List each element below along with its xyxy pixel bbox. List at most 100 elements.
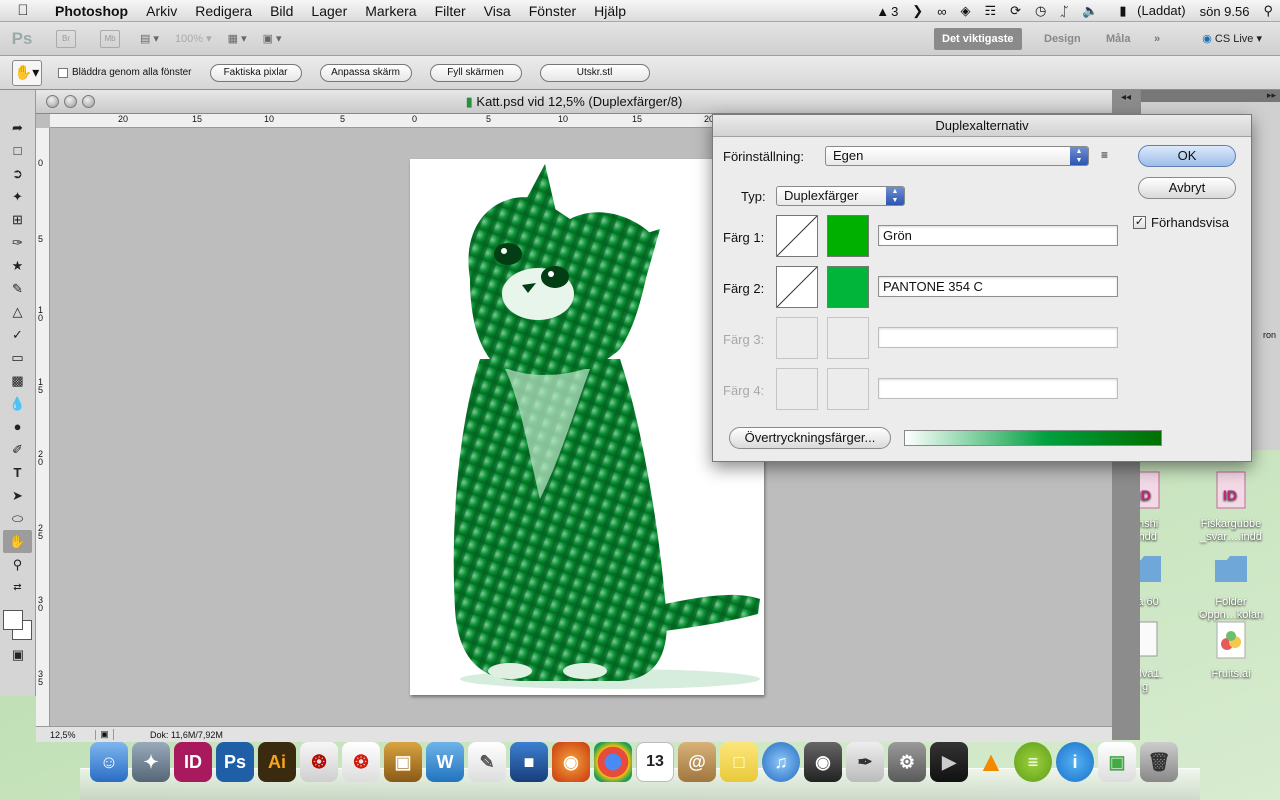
healing-brush-tool-icon[interactable]: ★ — [0, 254, 35, 277]
desktop-icon-folder-2[interactable]: Folder Oppn…kolan — [1186, 548, 1276, 622]
scroll-all-windows-checkbox[interactable]: Bläddra genom alla fönster — [58, 67, 192, 78]
clock[interactable]: sön 9.56 — [1193, 4, 1257, 19]
overprint-colors-button[interactable]: Övertryckningsfärger... — [729, 427, 891, 449]
color-2-name-field[interactable]: PANTONE 354 C — [878, 276, 1118, 297]
fit-screen-button[interactable]: Anpassa skärm — [319, 63, 412, 82]
foreground-color-swatch[interactable] — [3, 610, 23, 630]
itunes-icon[interactable]: ♫ — [762, 742, 800, 782]
vlc-icon[interactable]: ▲ — [972, 742, 1010, 782]
address-book-icon[interactable]: @ — [678, 742, 716, 782]
move-tool-icon[interactable]: ➦ — [0, 116, 35, 139]
link-icon[interactable]: ∞ — [930, 4, 953, 19]
preset-dropdown[interactable]: Egen ▲ ▼ — [825, 146, 1089, 166]
workspace-overflow-icon[interactable]: » — [1146, 28, 1168, 50]
apple-menu-icon[interactable]:  — [0, 2, 46, 19]
preview-checkbox-box[interactable]: ✓ — [1133, 216, 1146, 229]
photoshop-icon[interactable]: Ps — [216, 742, 254, 782]
zoom-window-button[interactable] — [82, 95, 95, 108]
panel-header-icon[interactable]: ▸▸ — [1141, 90, 1280, 102]
trash-icon[interactable]: 🗑 — [1140, 742, 1178, 782]
calendar-icon[interactable]: 13 — [636, 742, 674, 782]
eraser-tool-icon[interactable]: ▭ — [0, 346, 35, 369]
workspace-design[interactable]: Design — [1036, 28, 1089, 50]
iphoto-icon[interactable]: ▣ — [384, 742, 422, 782]
status-menu-icon[interactable]: ▣ — [96, 729, 114, 740]
color-1-name-field[interactable]: Grön — [878, 225, 1118, 246]
quick-mask-icon[interactable]: ▣ — [0, 643, 36, 666]
desktop-icon-indd-2[interactable]: ID Fiskargubbe _svar….indd — [1186, 470, 1276, 544]
wifi-icon[interactable]: ☶ — [977, 3, 1003, 19]
history-brush-tool-icon[interactable]: ✓ — [0, 323, 35, 346]
finder-icon[interactable]: ☺ — [90, 742, 128, 782]
dodge-tool-icon[interactable]: ● — [0, 415, 35, 438]
document-canvas[interactable] — [410, 159, 764, 695]
clone-stamp-tool-icon[interactable]: △ — [0, 300, 35, 323]
menu-bild[interactable]: Bild — [261, 3, 302, 19]
color-1-curve-box[interactable] — [776, 215, 818, 257]
minibridge-button[interactable]: Mb — [100, 29, 120, 48]
color-1-swatch[interactable] — [827, 215, 869, 257]
stickies-icon[interactable]: □ — [720, 742, 758, 782]
spotlight-search-icon[interactable]: ⚲ — [1256, 3, 1280, 19]
menu-hjalp[interactable]: Hjälp — [585, 3, 635, 19]
shape-tool-icon[interactable]: ⬭ — [0, 507, 35, 530]
menu-visa[interactable]: Visa — [475, 3, 520, 19]
pen-tool-icon[interactable]: ✐ — [0, 438, 35, 461]
arrange-documents-dropdown[interactable]: ▦ ▾ — [228, 32, 247, 45]
blur-tool-icon[interactable]: 💧 — [0, 392, 35, 415]
menu-redigera[interactable]: Redigera — [186, 3, 261, 19]
crop-tool-icon[interactable]: ⊞ — [0, 208, 35, 231]
time-machine-icon[interactable]: ◷ — [1028, 3, 1053, 19]
view-extras-dropdown[interactable]: ▤ ▾ — [140, 32, 159, 45]
desktop-icon-ai[interactable]: Fruits.ai — [1186, 620, 1276, 681]
zoom-percentage-field[interactable]: 12,5% — [36, 729, 96, 740]
menu-fonster[interactable]: Fönster — [520, 3, 585, 19]
acrobat-reader-icon[interactable]: ❂ — [342, 742, 380, 782]
volume-icon[interactable]: 🔈 — [1075, 3, 1105, 19]
chrome-icon[interactable] — [594, 742, 632, 782]
cancel-button[interactable]: Avbryt — [1138, 177, 1236, 199]
wunderlist-icon[interactable]: W — [426, 742, 464, 782]
quill-icon[interactable]: ✒ — [846, 742, 884, 782]
path-selection-tool-icon[interactable]: ➤ — [0, 484, 35, 507]
battery-status[interactable]: ▮ (Laddat) — [1105, 3, 1192, 19]
workspace-essentials[interactable]: Det viktigaste — [934, 28, 1022, 50]
print-size-button[interactable]: Utskr.stl — [539, 63, 650, 82]
sync-icon[interactable]: ⟳ — [1003, 3, 1028, 19]
sketchup-icon[interactable]: ■ — [510, 742, 548, 782]
illustrator-icon[interactable]: Ai — [258, 742, 296, 782]
cs-live-menu[interactable]: ◉ CS Live ▾ — [1202, 28, 1262, 50]
photo-booth-icon[interactable]: ◉ — [804, 742, 842, 782]
zoom-tool-icon[interactable]: ⚲ — [0, 553, 35, 576]
indesign-icon[interactable]: ID — [174, 742, 212, 782]
brush-tool-icon[interactable]: ✎ — [0, 277, 35, 300]
eyedropper-tool-icon[interactable]: ✑ — [0, 231, 35, 254]
color-2-swatch[interactable] — [827, 266, 869, 308]
evernote-icon[interactable]: ◈ — [953, 3, 977, 19]
acrobat-icon[interactable]: ❂ — [300, 742, 338, 782]
preview-checkbox[interactable]: ✓ Förhandsvisa — [1133, 215, 1229, 230]
menu-filter[interactable]: Filter — [426, 3, 475, 19]
menu-markera[interactable]: Markera — [356, 3, 425, 19]
downloads-stack-icon[interactable]: ▣ — [1098, 742, 1136, 782]
menu-lager[interactable]: Lager — [302, 3, 356, 19]
hand-tool-preset-icon[interactable]: ✋▾ — [12, 59, 42, 86]
type-tool-icon[interactable]: T — [0, 461, 35, 484]
scroll-all-checkbox-box[interactable] — [58, 67, 68, 78]
actual-pixels-button[interactable]: Faktiska pixlar — [209, 63, 302, 82]
hand-tool-icon[interactable]: ✋ — [3, 530, 32, 553]
workspace-paint[interactable]: Måla — [1098, 28, 1138, 50]
marquee-tool-icon[interactable]: □ — [0, 139, 35, 162]
adobe-status-icon[interactable]: ▲ 3 — [869, 4, 905, 19]
system-preferences-icon[interactable]: ⚙ — [888, 742, 926, 782]
dvd-player-icon[interactable]: ▶ — [930, 742, 968, 782]
lasso-tool-icon[interactable]: ➲ — [0, 162, 35, 185]
vertical-ruler[interactable]: 0 5 1 0 1 5 2 0 2 5 3 0 3 5 — [36, 128, 50, 726]
bluetooth-icon[interactable]: ᛢ — [1053, 4, 1075, 19]
fill-screen-button[interactable]: Fyll skärmen — [429, 63, 522, 82]
textedit-icon[interactable]: ✎ — [468, 742, 506, 782]
firefox-icon[interactable]: ◉ — [552, 742, 590, 782]
menu-arkiv[interactable]: Arkiv — [137, 3, 186, 19]
bridge-button[interactable]: Br — [56, 29, 76, 48]
close-window-button[interactable] — [46, 95, 59, 108]
